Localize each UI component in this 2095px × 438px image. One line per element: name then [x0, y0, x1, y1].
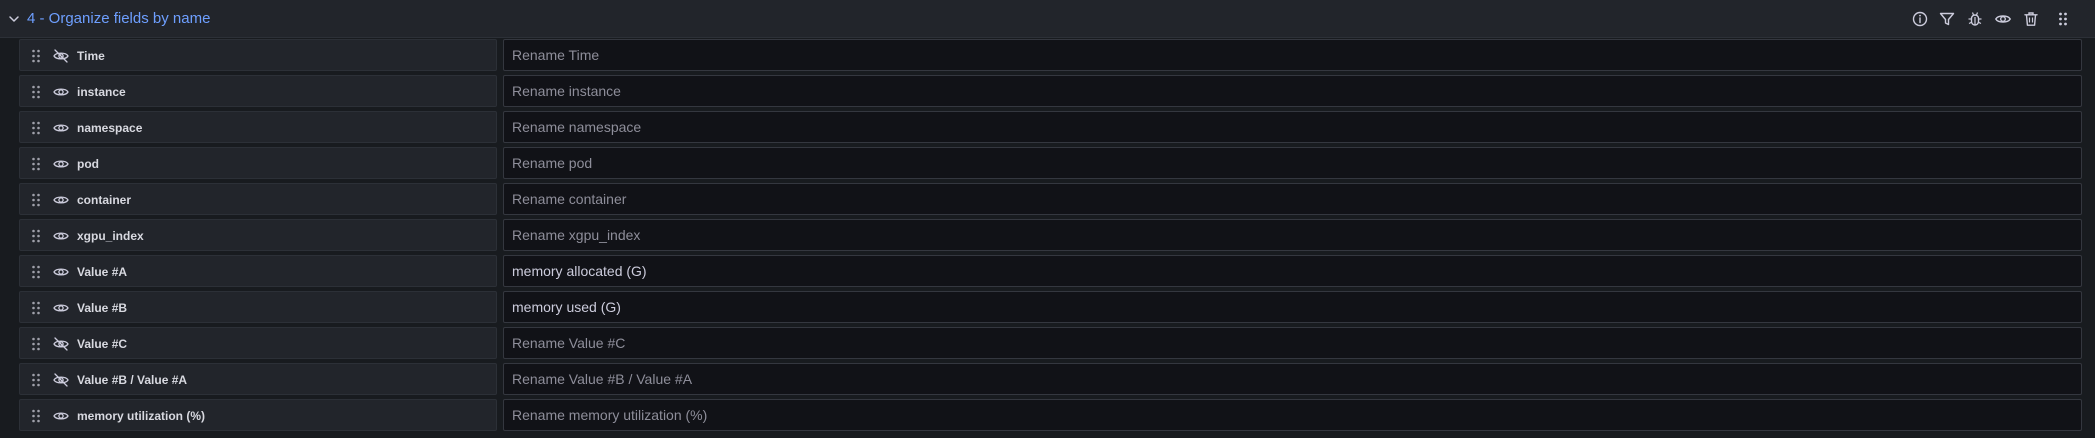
info-icon[interactable] [1910, 9, 1930, 29]
rename-input[interactable] [503, 363, 2082, 395]
field-row: Value #C [0, 326, 2095, 362]
drag-handle-icon[interactable] [30, 408, 42, 424]
eye-icon[interactable] [52, 407, 70, 425]
drag-handle-icon[interactable] [30, 336, 42, 352]
rename-input[interactable] [503, 183, 2082, 215]
field-row: pod [0, 146, 2095, 182]
field-row: container [0, 182, 2095, 218]
field-row: Value #B [0, 290, 2095, 326]
rename-input[interactable] [503, 39, 2082, 71]
field-row: Value #A [0, 254, 2095, 290]
field-name-label: Value #A [77, 265, 128, 279]
field-row: instance [0, 74, 2095, 110]
field-row: memory utilization (%) [0, 398, 2095, 434]
field-row: xgpu_index [0, 218, 2095, 254]
drag-handle-icon[interactable] [30, 372, 42, 388]
trash-icon[interactable] [2021, 9, 2041, 29]
eye-icon[interactable] [52, 299, 70, 317]
field-name-cell: container [19, 183, 497, 215]
drag-handle-icon[interactable] [2053, 9, 2073, 29]
field-name-cell: xgpu_index [19, 219, 497, 251]
field-name-label: instance [77, 85, 126, 99]
eye-off-icon[interactable] [52, 47, 70, 65]
eye-icon[interactable] [52, 119, 70, 137]
eye-icon[interactable] [52, 227, 70, 245]
field-name-cell: pod [19, 147, 497, 179]
eye-icon[interactable] [52, 263, 70, 281]
chevron-down-icon[interactable] [4, 9, 24, 29]
field-name-label: Time [77, 49, 105, 63]
rename-input[interactable] [503, 399, 2082, 431]
organize-fields-transformation: 4 - Organize fields by name Time instance… [0, 0, 2095, 438]
drag-handle-icon[interactable] [30, 192, 42, 208]
eye-icon[interactable] [52, 155, 70, 173]
field-name-cell: Value #A [19, 255, 497, 287]
drag-handle-icon[interactable] [30, 228, 42, 244]
field-name-cell: Value #B / Value #A [19, 363, 497, 395]
field-name-label: Value #C [77, 337, 128, 351]
transformation-title[interactable]: 4 - Organize fields by name [27, 10, 210, 27]
field-name-cell: Value #B [19, 291, 497, 323]
rename-input[interactable] [503, 291, 2082, 323]
field-name-cell: instance [19, 75, 497, 107]
field-name-cell: memory utilization (%) [19, 399, 497, 431]
drag-handle-icon[interactable] [30, 84, 42, 100]
debug-icon[interactable] [1965, 9, 1985, 29]
field-row: namespace [0, 110, 2095, 146]
rename-input[interactable] [503, 255, 2082, 287]
field-name-label: Value #B [77, 301, 128, 315]
filter-icon[interactable] [1937, 9, 1957, 29]
field-name-cell: namespace [19, 111, 497, 143]
eye-icon[interactable] [52, 191, 70, 209]
drag-handle-icon[interactable] [30, 300, 42, 316]
field-name-label: xgpu_index [77, 229, 144, 243]
eye-off-icon[interactable] [52, 335, 70, 353]
field-name-cell: Value #C [19, 327, 497, 359]
field-name-label: namespace [77, 121, 143, 135]
rename-input[interactable] [503, 327, 2082, 359]
eye-off-icon[interactable] [52, 371, 70, 389]
field-row: Value #B / Value #A [0, 362, 2095, 398]
drag-handle-icon[interactable] [30, 120, 42, 136]
field-row: Time [0, 38, 2095, 74]
field-name-label: Value #B / Value #A [77, 373, 188, 387]
drag-handle-icon[interactable] [30, 264, 42, 280]
field-name-label: container [77, 193, 132, 207]
field-name-label: pod [77, 157, 99, 171]
transformation-header[interactable]: 4 - Organize fields by name [0, 0, 2095, 38]
drag-handle-icon[interactable] [30, 156, 42, 172]
field-name-label: memory utilization (%) [77, 409, 206, 423]
eye-icon[interactable] [52, 83, 70, 101]
rename-input[interactable] [503, 75, 2082, 107]
field-name-cell: Time [19, 39, 497, 71]
rename-input[interactable] [503, 147, 2082, 179]
rename-input[interactable] [503, 219, 2082, 251]
eye-icon[interactable] [1993, 9, 2013, 29]
drag-handle-icon[interactable] [30, 48, 42, 64]
rename-input[interactable] [503, 111, 2082, 143]
